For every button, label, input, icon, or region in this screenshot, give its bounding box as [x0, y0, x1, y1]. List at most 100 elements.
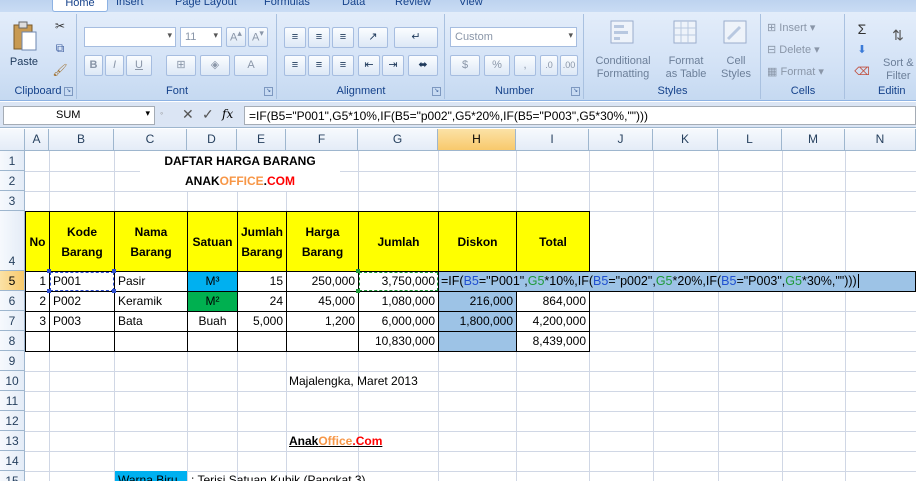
comma-button[interactable]: , — [514, 55, 536, 76]
orientation-icon[interactable]: ↗ — [358, 27, 388, 48]
align-bottom-icon[interactable]: ≡ — [332, 27, 354, 48]
header-jumlah[interactable]: Jumlah — [358, 211, 439, 272]
grow-font-icon[interactable]: A▴ — [226, 27, 246, 47]
row-header-3[interactable]: 3 — [0, 191, 25, 211]
tab-home[interactable]: Home — [52, 0, 108, 12]
increase-decimal-icon[interactable]: .0 — [540, 55, 558, 76]
insert-cells-button[interactable]: ⊞ Insert ▾ — [766, 20, 842, 38]
increase-indent-icon[interactable]: ⇥ — [382, 55, 404, 76]
cell-a7[interactable]: 3 — [25, 311, 50, 332]
cell-h5-editing[interactable]: =IF(B5="P001",G5*10%,IF(B5="p002",G5*20%… — [438, 271, 916, 292]
italic-button[interactable]: I — [105, 55, 124, 76]
column-header-n[interactable]: N — [845, 129, 916, 151]
copy-icon[interactable]: ⧉ — [50, 40, 70, 58]
legend-text[interactable]: : Terisi Satuan Kubik (Pangkat 3) — [188, 471, 369, 481]
cell-b6[interactable]: P002 — [49, 291, 115, 312]
bold-button[interactable]: B — [84, 55, 103, 76]
column-header-f[interactable]: F — [286, 129, 358, 151]
row-header-1[interactable]: 1 — [0, 151, 25, 171]
enter-icon[interactable]: ✓ — [202, 106, 214, 123]
cell-g7[interactable]: 6,000,000 — [358, 311, 439, 332]
number-format-combo[interactable]: Custom ▾ — [450, 27, 577, 47]
header-satuan[interactable]: Satuan — [187, 211, 238, 272]
cell-e8[interactable] — [237, 331, 287, 352]
range-handle-icon[interactable] — [112, 269, 116, 273]
format-as-table-button[interactable]: Format as Table — [657, 16, 713, 86]
column-header-d[interactable]: D — [187, 129, 237, 151]
column-header-g[interactable]: G — [358, 129, 438, 151]
align-center-icon[interactable]: ≡ — [308, 55, 330, 76]
conditional-formatting-button[interactable]: Conditional Formatting — [589, 16, 655, 86]
header-no[interactable]: No — [25, 211, 50, 272]
cell-g5[interactable]: 3,750,000 — [358, 271, 439, 292]
cancel-icon[interactable]: ✕ — [182, 106, 194, 123]
row-header-10[interactable]: 10 — [0, 371, 25, 391]
row-header-7[interactable]: 7 — [0, 311, 25, 331]
cell-a6[interactable]: 2 — [25, 291, 50, 312]
range-handle-icon[interactable] — [356, 289, 360, 293]
merge-center-icon[interactable]: ⬌ — [408, 55, 438, 76]
row-header-15[interactable]: 15 — [0, 471, 25, 481]
row-header-14[interactable]: 14 — [0, 451, 25, 471]
row-header-4[interactable]: 4 — [0, 211, 25, 271]
cell-e5[interactable]: 15 — [237, 271, 287, 292]
header-jumlah-barang[interactable]: Jumlah Barang — [237, 211, 287, 272]
cell-h7[interactable]: 1,800,000 — [438, 311, 517, 332]
header-total[interactable]: Total — [516, 211, 590, 272]
cell-d6[interactable]: M² — [187, 291, 238, 312]
splitter-icon[interactable]: ◦ — [160, 108, 163, 118]
column-header-a[interactable]: A — [25, 129, 49, 151]
column-header-l[interactable]: L — [718, 129, 782, 151]
column-header-j[interactable]: J — [589, 129, 653, 151]
range-handle-icon[interactable] — [47, 289, 51, 293]
column-header-b[interactable]: B — [49, 129, 114, 151]
range-handle-icon[interactable] — [112, 289, 116, 293]
font-launcher-icon[interactable]: ↘ — [264, 87, 273, 96]
align-top-icon[interactable]: ≡ — [284, 27, 306, 48]
delete-cells-button[interactable]: ⊟ Delete ▾ — [766, 42, 842, 60]
header-harga-barang[interactable]: Harga Barang — [286, 211, 359, 272]
row-header-6[interactable]: 6 — [0, 291, 25, 311]
cell-b7[interactable]: P003 — [49, 311, 115, 332]
cell-c5[interactable]: Pasir — [114, 271, 188, 292]
cell-i7[interactable]: 4,200,000 — [516, 311, 590, 332]
sheet-title[interactable]: DAFTAR HARGA BARANG — [140, 151, 340, 171]
cell-i6[interactable]: 864,000 — [516, 291, 590, 312]
wrap-text-icon[interactable]: ↵ — [394, 27, 438, 48]
cut-icon[interactable]: ✂ — [50, 18, 70, 36]
cell-h8[interactable] — [438, 331, 517, 352]
place-date-text[interactable]: Majalengka, Maret 2013 — [286, 371, 421, 391]
row-header-9[interactable]: 9 — [0, 351, 25, 371]
row-header-5[interactable]: 5 — [0, 271, 25, 291]
row-header-8[interactable]: 8 — [0, 331, 25, 351]
cell-i8-sum[interactable]: 8,439,000 — [516, 331, 590, 352]
name-box[interactable]: SUM ▾ — [3, 106, 155, 125]
autosum-icon[interactable]: Σ — [850, 20, 874, 38]
cell-b8[interactable] — [49, 331, 115, 352]
cell-d7[interactable]: Buah — [187, 311, 238, 332]
formula-input[interactable]: =IF(B5="P001",G5*10%,IF(B5="p002",G5*20%… — [244, 106, 916, 125]
currency-button[interactable]: $ — [450, 55, 480, 76]
row-header-12[interactable]: 12 — [0, 411, 25, 431]
cell-d8[interactable] — [187, 331, 238, 352]
clipboard-launcher-icon[interactable]: ↘ — [64, 87, 73, 96]
cell-styles-button[interactable]: Cell Styles — [713, 16, 757, 86]
cell-g8-sum[interactable]: 10,830,000 — [358, 331, 439, 352]
cell-g6[interactable]: 1,080,000 — [358, 291, 439, 312]
column-header-k[interactable]: K — [653, 129, 718, 151]
range-handle-icon[interactable] — [356, 269, 360, 273]
align-left-icon[interactable]: ≡ — [284, 55, 306, 76]
format-cells-button[interactable]: ▦ Format ▾ — [766, 64, 842, 82]
paste-button[interactable]: Paste — [6, 18, 42, 80]
clear-icon[interactable]: ⌫ — [850, 64, 874, 82]
percent-button[interactable]: % — [484, 55, 510, 76]
borders-icon[interactable]: ⊞ — [166, 55, 196, 76]
row-header-13[interactable]: 13 — [0, 431, 25, 451]
font-name-combo[interactable]: ▾ — [84, 27, 176, 47]
sort-filter-button[interactable]: ⇅ Sort & Filter — [878, 20, 916, 86]
cell-h6[interactable]: 216,000 — [438, 291, 517, 312]
tab-review[interactable]: Review — [395, 0, 431, 10]
cell-c6[interactable]: Keramik — [114, 291, 188, 312]
header-diskon[interactable]: Diskon — [438, 211, 517, 272]
cell-f8[interactable] — [286, 331, 359, 352]
